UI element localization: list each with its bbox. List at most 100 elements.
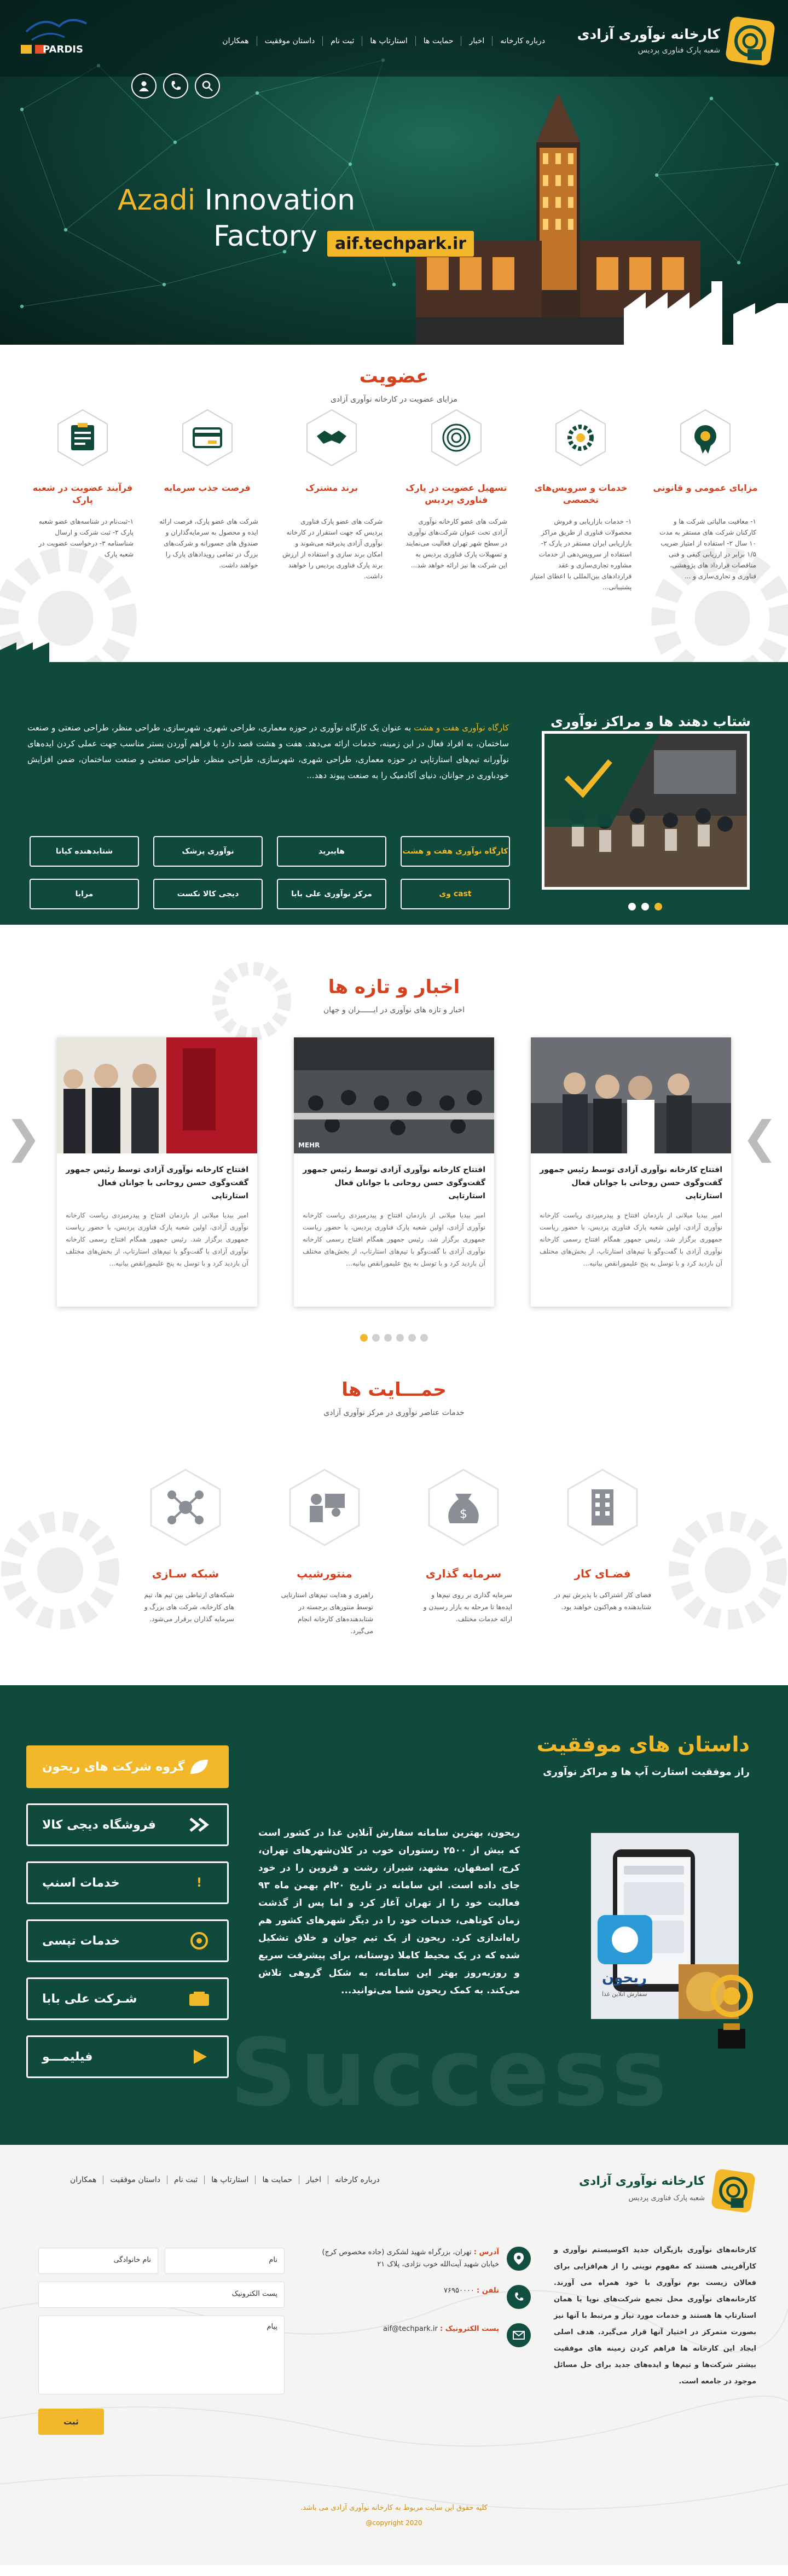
- membership-section: عضویت مزایای عضویت در کارخانه نوآوری آزا…: [0, 345, 788, 662]
- snapp-icon: !: [196, 1876, 202, 1890]
- phone-icon[interactable]: [163, 73, 188, 98]
- footer-nav-partners[interactable]: همکاران: [63, 2175, 103, 2184]
- company-button-label: فیلیمـــو: [42, 2050, 93, 2064]
- email-value[interactable]: aif@techpark.ir: [383, 2325, 438, 2333]
- name-input[interactable]: نام: [165, 2248, 285, 2274]
- news-photo-icon: [294, 1037, 494, 1153]
- membership-card-text: شرکت های عضو کارخانه نوآوری آزادی تحت عن…: [405, 518, 507, 569]
- accelerator-logo-button[interactable]: مرکز نوآوری علی بابا: [277, 879, 386, 909]
- support-card-text: شبکه‌های ارتباطی بین تیم ها، تیم های کار…: [144, 1591, 234, 1623]
- nav-item-support[interactable]: حمایت ها: [415, 36, 461, 46]
- pagination-dot[interactable]: [396, 1334, 404, 1342]
- brand-logo-icon: [711, 2169, 755, 2213]
- company-button-label: خدمات اسنپ: [42, 1876, 120, 1890]
- news-card[interactable]: افتتاح کارخانه نوآوری آزادی توسط رئیس جم…: [57, 1037, 257, 1307]
- support-card-text: راهبری و هدایت تیم‌های استارتاپی توسط من…: [281, 1591, 373, 1635]
- membership-card: فرصت جذب سرمایه شرکت های عضو پارک، فرصت …: [153, 408, 262, 593]
- footer-nav-startups[interactable]: استارتاپ ها: [204, 2175, 255, 2184]
- nav-item-about[interactable]: درباره کارخانه: [492, 36, 553, 46]
- accelerator-logo-button[interactable]: شتابدهنده کیانا: [30, 836, 139, 867]
- news-card-text: امیر بیدیا میلانی از بازدمان افتتاح و پی…: [303, 1211, 485, 1267]
- news-card[interactable]: MEHR افتتاح کارخانه نوآوری آزادی توسط رئ…: [294, 1037, 494, 1307]
- user-icon[interactable]: [131, 73, 157, 98]
- company-button-label: خدمات تپسی: [42, 1934, 120, 1948]
- company-button-reyhoon[interactable]: گروه شرکت های ریحون: [26, 1745, 229, 1788]
- hero-url-badge[interactable]: aif.techpark.ir: [327, 231, 474, 257]
- support-card-title: منتورشیپ: [297, 1567, 352, 1580]
- news-card[interactable]: افتتاح کارخانه نوآوری آزادی توسط رئیس جم…: [531, 1037, 731, 1307]
- phone-value[interactable]: ۷۶۹۵۰۰۰۰: [444, 2287, 474, 2295]
- header-icon-group: [131, 73, 220, 98]
- footer-brand[interactable]: کارخانه نوآوری آزادی شعبه پارک فناوری پر…: [579, 2169, 755, 2218]
- nav-item-news[interactable]: اخبار: [461, 36, 492, 46]
- accelerator-logo-button[interactable]: cast وی: [401, 879, 510, 909]
- footer-nav-news[interactable]: اخبار: [299, 2175, 328, 2184]
- news-image: [531, 1037, 731, 1153]
- accelerator-logo-button[interactable]: مرابا: [30, 879, 139, 909]
- search-icon[interactable]: [195, 73, 220, 98]
- accelerator-image: [542, 731, 750, 890]
- membership-card-title: برند مشترک: [305, 483, 358, 493]
- company-button-filimo[interactable]: فیلیمـــو: [26, 2035, 229, 2078]
- svg-text:$: $: [460, 1507, 467, 1521]
- news-image: MEHR: [294, 1037, 494, 1153]
- pardis-logo: PARDIS: [10, 10, 103, 70]
- membership-card-title: فرآیند عضویت در شعبه پارک: [32, 483, 133, 505]
- pagination-dot[interactable]: [628, 903, 636, 910]
- nav-item-startups[interactable]: استارتاپ ها: [362, 36, 415, 46]
- factory-silhouette-icon: [624, 281, 788, 345]
- message-textarea[interactable]: پیام: [38, 2316, 285, 2394]
- accelerator-logo-button[interactable]: نوآوری پزشک: [153, 836, 263, 867]
- footer-nav-about[interactable]: درباره کارخانه: [328, 2175, 386, 2184]
- news-image: [57, 1037, 257, 1153]
- app-tagline: سفارش آنلاین غذا: [602, 1991, 647, 1998]
- footer-nav-support[interactable]: حمایت ها: [255, 2175, 299, 2184]
- support-card-text: فضای کار اشتراکی با پذیرش تیم در شتابدهن…: [554, 1591, 651, 1611]
- nav-item-success[interactable]: داستان موفقیت: [256, 36, 323, 46]
- news-subtitle: اخبار و تازه های نوآوری در ایــــــران و…: [323, 1006, 465, 1014]
- nav-item-register[interactable]: ثبت نام: [322, 36, 362, 46]
- support-title: حمـــایت ها: [341, 1379, 447, 1401]
- pagination-dot[interactable]: [372, 1334, 380, 1342]
- nav-item-partners[interactable]: همکاران: [215, 36, 256, 46]
- phone-label: تلفن :: [477, 2287, 499, 2295]
- accelerators-section: شتاب دهند ها و مراکز نوآوری کارگاه نوآور…: [0, 662, 788, 925]
- brand[interactable]: کارخانه نوآوری آزادی شعبه پارک فناوری پر…: [577, 16, 775, 66]
- chevron-right-icon[interactable]: ❯: [741, 1107, 778, 1168]
- pagination-dot[interactable]: [654, 903, 662, 910]
- pagination-dot[interactable]: [420, 1334, 428, 1342]
- company-button-tapsi[interactable]: خدمات تپسی: [26, 1919, 229, 1962]
- company-button-label: شـرکت علی بابا: [42, 1992, 137, 2006]
- company-button-alibaba[interactable]: شـرکت علی بابا: [26, 1977, 229, 2020]
- membership-card: خدمات و سرویس‌های تخصصی ۱- خدمات بازاریا…: [526, 408, 635, 593]
- accelerator-logo-button[interactable]: کارگاه نوآوری هفت و هشت: [401, 836, 510, 867]
- chevron-left-icon[interactable]: ❮: [5, 1107, 42, 1168]
- card-icon: [182, 409, 233, 467]
- accelerator-logo-button[interactable]: دیجی کالا نکست: [153, 879, 263, 909]
- tapsi-icon: [186, 1930, 213, 1951]
- footer-nav-success[interactable]: داستان موفقیت: [103, 2175, 167, 2184]
- membership-card-text: شرکت های عضو پارک، فرصت ارائه ایده و محص…: [159, 518, 258, 569]
- news-section: اخبار و تازه ها اخبار و تازه های نوآوری …: [0, 925, 788, 1379]
- membership-card: برند مشترک شرکت های عضو پارک فناوری پردی…: [277, 408, 386, 593]
- company-button-snapp[interactable]: ! خدمات اسنپ: [26, 1861, 229, 1904]
- envelope-icon: [507, 2323, 531, 2347]
- footer-section: کارخانه نوآوری آزادی شعبه پارک فناوری پر…: [0, 2145, 788, 2565]
- support-card-title: فضـای کار: [574, 1567, 631, 1580]
- footer-nav-register[interactable]: ثبت نام: [166, 2175, 204, 2184]
- hero-word-azadi: Azadi: [118, 184, 196, 217]
- company-button-digikala[interactable]: فروشگاه دیجی کالا: [26, 1803, 229, 1846]
- membership-card-text: ۱- خدمات بازاریابی و فروش محصولات فناوری…: [530, 518, 632, 591]
- pagination-dot[interactable]: [641, 903, 649, 910]
- gear-decoration-icon: [1, 1511, 119, 1629]
- success-story-text: ریحون، بهترین سامانه سفارش آنلاین غذا در…: [258, 1827, 520, 1996]
- email-input[interactable]: پست الکترونیک: [38, 2282, 285, 2308]
- pagination-dot[interactable]: [360, 1334, 368, 1342]
- accelerator-logo-button[interactable]: هایبرید: [277, 836, 386, 867]
- lastname-input[interactable]: نام خانوادگی: [38, 2248, 158, 2274]
- submit-button[interactable]: ثبت: [38, 2409, 104, 2435]
- pagination-dot[interactable]: [408, 1334, 416, 1342]
- brand-overlay-icon: [544, 734, 659, 827]
- pagination-dot[interactable]: [384, 1334, 392, 1342]
- membership-subtitle: مزایای عضویت در کارخانه نوآوری آزادی: [330, 395, 458, 404]
